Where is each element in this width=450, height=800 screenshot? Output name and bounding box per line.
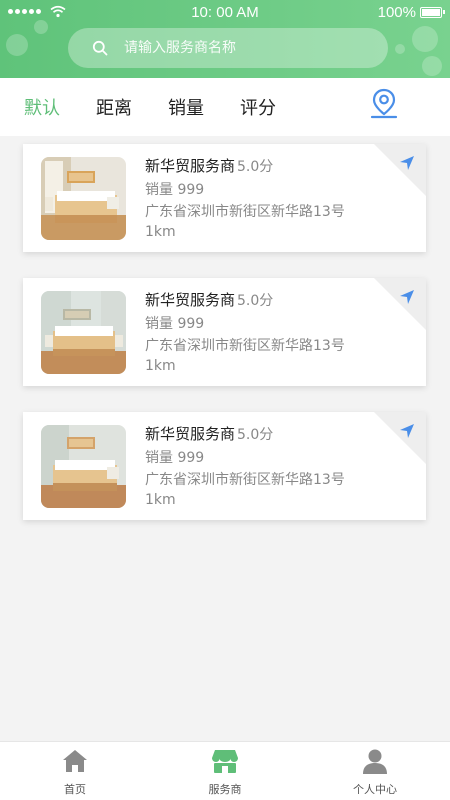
decor-bubble xyxy=(412,26,438,52)
provider-distance: 1km xyxy=(145,224,176,240)
provider-sales: 销量 999 xyxy=(145,182,205,198)
provider-distance: 1km xyxy=(145,492,176,508)
filter-tab-sales[interactable]: 销量 xyxy=(168,94,204,120)
decor-bubble xyxy=(422,56,442,76)
provider-name: 新华贸服务商 xyxy=(145,157,236,175)
search-bar[interactable] xyxy=(68,28,388,68)
provider-thumbnail xyxy=(41,425,126,508)
provider-sales: 销量 999 xyxy=(145,316,205,332)
provider-address: 广东省深圳市新街区新华路13号 xyxy=(145,472,345,488)
tab-home-label: 首页 xyxy=(64,783,86,796)
provider-name: 新华贸服务商 xyxy=(145,291,236,309)
provider-name: 新华贸服务商 xyxy=(145,425,236,443)
filter-tab-distance[interactable]: 距离 xyxy=(96,94,132,120)
navigate-arrow-icon[interactable] xyxy=(398,422,416,440)
tab-profile[interactable]: 个人中心 xyxy=(300,742,450,800)
tab-home[interactable]: 首页 xyxy=(0,742,150,800)
bottom-tab-bar: 首页 服务商 个人中心 xyxy=(0,741,450,800)
provider-title: 新华贸服务商 5.0分 xyxy=(145,423,273,444)
search-input[interactable] xyxy=(124,40,354,56)
provider-thumbnail xyxy=(41,291,126,374)
filter-tab-default[interactable]: 默认 xyxy=(24,94,60,120)
tab-profile-label: 个人中心 xyxy=(353,783,397,796)
filter-tab-rating[interactable]: 评分 xyxy=(240,94,276,120)
provider-address: 广东省深圳市新街区新华路13号 xyxy=(145,204,345,220)
location-pin-icon[interactable] xyxy=(368,87,400,121)
search-icon xyxy=(92,40,108,56)
shop-icon xyxy=(212,750,238,773)
provider-title: 新华贸服务商 5.0分 xyxy=(145,155,273,176)
battery-icon xyxy=(420,7,445,18)
provider-address: 广东省深圳市新街区新华路13号 xyxy=(145,338,345,354)
provider-thumbnail xyxy=(41,157,126,240)
home-icon xyxy=(63,750,87,772)
provider-score: 5.0分 xyxy=(237,427,274,443)
provider-score: 5.0分 xyxy=(237,293,274,309)
navigate-arrow-icon[interactable] xyxy=(398,288,416,306)
tab-providers[interactable]: 服务商 xyxy=(150,742,300,800)
filter-bar: 默认 距离 销量 评分 xyxy=(0,78,450,136)
provider-card[interactable]: 新华贸服务商 5.0分 销量 999 广东省深圳市新街区新华路13号 1km xyxy=(23,144,426,252)
provider-sales: 销量 999 xyxy=(145,450,205,466)
user-icon xyxy=(363,749,387,774)
provider-card[interactable]: 新华贸服务商 5.0分 销量 999 广东省深圳市新街区新华路13号 1km xyxy=(23,412,426,520)
provider-distance: 1km xyxy=(145,358,176,374)
tab-providers-label: 服务商 xyxy=(208,783,242,796)
status-bar: 10: 00 AM 100% xyxy=(0,0,450,26)
header: 10: 00 AM 100% xyxy=(0,0,450,78)
provider-title: 新华贸服务商 5.0分 xyxy=(145,289,273,310)
provider-score: 5.0分 xyxy=(237,159,274,175)
decor-bubble xyxy=(6,34,28,56)
battery-percentage: 100% xyxy=(377,4,416,21)
provider-card[interactable]: 新华贸服务商 5.0分 销量 999 广东省深圳市新街区新华路13号 1km xyxy=(23,278,426,386)
decor-bubble xyxy=(395,44,405,54)
navigate-arrow-icon[interactable] xyxy=(398,154,416,172)
